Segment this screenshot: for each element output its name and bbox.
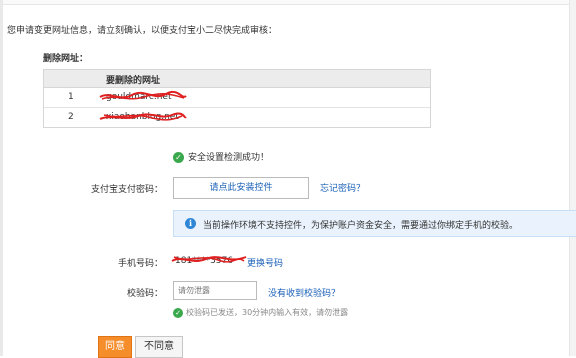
check-circle-icon: ✓ (173, 152, 184, 163)
redaction-scribble (99, 112, 187, 121)
disagree-button[interactable]: 不同意 (135, 336, 183, 358)
code-hint: ✓ 校验码已发送，30分钟内输入有效，请勿泄露 (173, 307, 348, 318)
intro-text: 您申请变更网址信息，请立刻确认，以便支付宝小二尽快完成审核： (7, 26, 278, 36)
agree-button[interactable]: 同意 (98, 336, 132, 358)
table-row: 2 xiaohanblog.net (44, 108, 430, 127)
table-row: 1 gouldmarc.net (44, 88, 430, 108)
row-index: 2 (68, 112, 74, 122)
forgot-password-link[interactable]: 忘记密码？ (320, 181, 365, 194)
no-code-link[interactable]: 没有收到校验码？ (268, 286, 340, 299)
url-table: 要删除的网址 1 gouldmarc.net 2 xiaohanblog.net (43, 69, 431, 128)
code-hint-text: 校验码已发送，30分钟内输入有效，请勿泄露 (186, 308, 349, 317)
code-label: 校验码： (126, 289, 163, 299)
section-title: 删除网址： (43, 54, 89, 64)
redaction-scribble (99, 90, 187, 100)
table-header: 要删除的网址 (44, 70, 430, 88)
top-border (0, 0, 576, 5)
table-header-url: 要删除的网址 (106, 76, 161, 86)
success-text: 安全设置检测成功！ (188, 153, 270, 163)
change-phone-link[interactable]: 更换号码 (247, 256, 283, 269)
notice-text: 当前操作环境不支持控件，为保护账户资金安全，需要通过你绑定手机的校验。 (203, 221, 519, 231)
right-scroll-edge (569, 0, 576, 356)
verification-code-input[interactable] (173, 281, 257, 300)
success-message: ✓ 安全设置检测成功！ (173, 150, 269, 163)
password-control-install[interactable]: 请点此安装控件 (173, 177, 309, 199)
redaction-scribble (171, 256, 247, 263)
notice-box: i 当前操作环境不支持控件，为保护账户资金安全，需要通过你绑定手机的校验。 (173, 210, 576, 237)
password-label: 支付宝支付密码： (90, 185, 163, 195)
row-index: 1 (68, 92, 74, 102)
check-circle-icon: ✓ (173, 307, 183, 318)
left-border (0, 0, 3, 356)
phone-label: 手机号码： (117, 259, 163, 269)
info-circle-icon: i (185, 218, 196, 229)
